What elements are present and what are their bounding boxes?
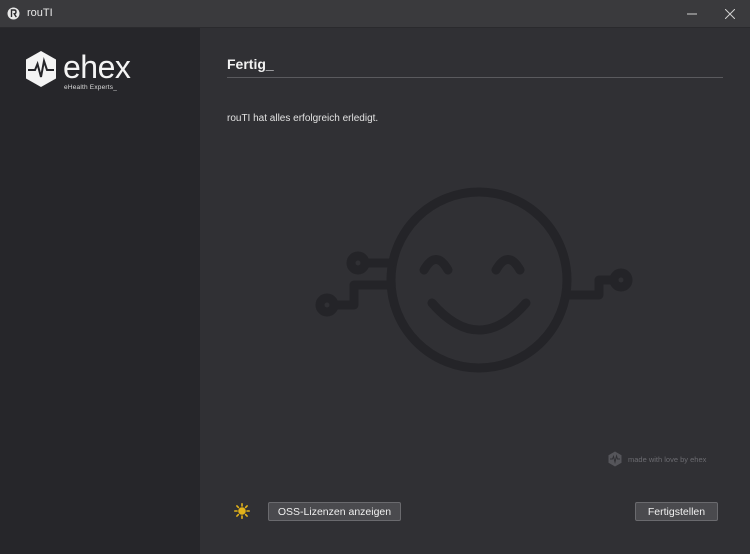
minimize-button[interactable] — [673, 0, 711, 27]
status-message: rouTI hat alles erfolgreich erledigt. — [227, 113, 379, 124]
smiley-robot-icon — [315, 187, 633, 373]
finish-button[interactable]: Fertigstellen — [635, 502, 718, 521]
oss-licenses-button[interactable]: OSS-Lizenzen anzeigen — [268, 502, 401, 521]
ehex-small-logo-icon — [608, 451, 622, 467]
brand-tagline: eHealth Experts_ — [64, 84, 118, 91]
window-title: rouTI — [27, 7, 53, 19]
close-button[interactable] — [711, 0, 749, 27]
sidebar: ehex eHealth Experts_ — [0, 28, 200, 554]
credit-text: made with love by ehex — [628, 454, 707, 464]
app-icon — [7, 7, 20, 20]
page-title: Fertig_ — [227, 56, 274, 72]
ehex-logo-icon — [26, 51, 56, 87]
credit-line: made with love by ehex — [608, 451, 706, 467]
heading-divider — [227, 77, 723, 78]
brand-name: ehex — [63, 49, 131, 85]
sun-icon[interactable] — [234, 503, 250, 519]
minimize-icon — [687, 13, 697, 14]
close-icon — [725, 8, 735, 19]
title-bar: rouTI — [0, 0, 750, 28]
main-content: Fertig_ rouTI hat alles erfolgreich erle… — [200, 28, 750, 554]
ehex-logo: ehex eHealth Experts_ — [24, 50, 134, 100]
